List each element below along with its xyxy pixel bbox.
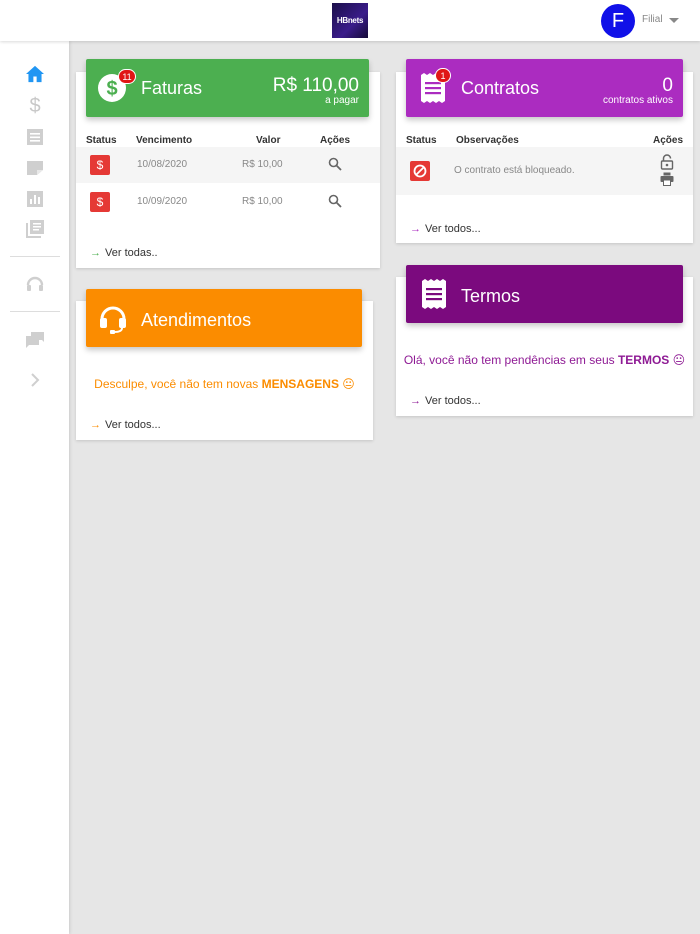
dollar-icon[interactable]: $ xyxy=(25,95,45,117)
col-status: Status xyxy=(86,135,117,146)
note-icon[interactable] xyxy=(25,158,45,178)
user-avatar[interactable]: F xyxy=(601,4,635,38)
atendimentos-header[interactable]: Atendimentos xyxy=(86,289,362,347)
message-text: Olá, você não tem pendências em seus xyxy=(403,353,618,367)
contratos-see-all-link[interactable]: → Ver todos... xyxy=(410,223,481,235)
search-icon[interactable] xyxy=(328,194,342,213)
user-menu-label[interactable]: Filial xyxy=(642,14,663,25)
faturas-amount-sub: a pagar xyxy=(325,95,359,106)
top-bar: HBnets F Filial xyxy=(0,0,700,41)
faturas-header[interactable]: $ 11 Faturas R$ 110,00 a pagar xyxy=(86,59,369,117)
neutral-face-icon: 😐 xyxy=(342,377,355,391)
arrow-right-icon: → xyxy=(90,247,101,259)
table-row: $ 10/08/2020 R$ 10,00 xyxy=(76,147,380,183)
chevron-right-icon[interactable] xyxy=(25,370,45,390)
col-valor: Valor xyxy=(256,135,281,146)
message-text: Desculpe, você não tem novas xyxy=(94,377,262,391)
link-label: Ver todos... xyxy=(105,419,161,431)
message-bold: TERMOS xyxy=(617,353,670,367)
print-icon[interactable] xyxy=(660,172,674,191)
faturas-see-all-link[interactable]: → Ver todas.. xyxy=(90,247,158,259)
contratos-count-sub: contratos ativos xyxy=(602,95,673,106)
invoice-due-date: 10/09/2020 xyxy=(137,196,188,207)
termos-see-all-link[interactable]: → Ver todos... xyxy=(410,395,481,407)
atendimentos-empty-message: Desculpe, você não tem novas MENSAGENS 😐 xyxy=(76,377,373,391)
brand-logo[interactable]: HBnets xyxy=(332,3,368,38)
col-observacoes: Observações xyxy=(456,135,519,146)
chat-icon[interactable] xyxy=(25,330,45,350)
contratos-header[interactable]: 1 Contratos 0 contratos ativos xyxy=(406,59,683,117)
message-bold: MENSAGENS xyxy=(261,377,339,391)
document-icon[interactable] xyxy=(25,127,45,147)
col-status: Status xyxy=(406,135,437,146)
table-row: $ 10/09/2020 R$ 10,00 xyxy=(76,184,380,220)
contratos-title: Contratos xyxy=(461,78,540,98)
faturas-amount: R$ 110,00 xyxy=(272,75,359,96)
atendimentos-title: Atendimentos xyxy=(141,310,252,330)
termos-empty-message: Olá, você não tem pendências em seus TER… xyxy=(396,353,693,367)
atendimentos-see-all-link[interactable]: → Ver todos... xyxy=(90,419,161,431)
termos-title: Termos xyxy=(461,286,521,306)
arrow-right-icon: → xyxy=(410,223,421,235)
sidebar-divider xyxy=(10,256,60,257)
faturas-title: Faturas xyxy=(141,78,203,98)
avatar-letter: F xyxy=(611,9,625,32)
neutral-face-icon: 😐 xyxy=(672,353,686,367)
home-icon[interactable] xyxy=(25,64,45,84)
arrow-right-icon: → xyxy=(410,395,421,407)
headset-icon xyxy=(98,302,128,339)
invoice-status-icon: $ xyxy=(90,155,110,175)
arrow-right-icon: → xyxy=(90,419,101,431)
caret-down-icon[interactable] xyxy=(669,18,679,23)
link-label: Ver todos... xyxy=(425,395,481,407)
invoice-status-icon: $ xyxy=(90,192,110,212)
library-icon[interactable] xyxy=(25,219,45,239)
contratos-count: 0 xyxy=(662,75,673,96)
contratos-badge: 1 xyxy=(435,68,451,83)
logo-text: HBnets xyxy=(336,16,364,25)
invoice-due-date: 10/08/2020 xyxy=(137,159,188,170)
invoice-value: R$ 10,00 xyxy=(242,196,283,207)
chart-icon[interactable] xyxy=(25,189,45,209)
receipt-icon xyxy=(420,279,448,314)
col-acoes: Ações xyxy=(320,135,351,146)
blocked-icon xyxy=(410,161,430,181)
invoice-value: R$ 10,00 xyxy=(242,159,283,170)
faturas-badge: 11 xyxy=(118,69,136,84)
sidebar: $ xyxy=(0,41,69,934)
svg-text:$: $ xyxy=(106,78,117,100)
search-icon[interactable] xyxy=(328,157,342,176)
table-row: O contrato está bloqueado. xyxy=(396,147,693,195)
link-label: Ver todas.. xyxy=(105,247,158,259)
headset-icon[interactable] xyxy=(25,274,45,294)
sidebar-divider xyxy=(10,311,60,312)
termos-header[interactable]: Termos xyxy=(406,265,683,323)
link-label: Ver todos... xyxy=(425,223,481,235)
col-acoes: Ações xyxy=(653,135,684,146)
contract-observation: O contrato está bloqueado. xyxy=(454,165,575,176)
col-vencimento: Vencimento xyxy=(136,135,193,146)
